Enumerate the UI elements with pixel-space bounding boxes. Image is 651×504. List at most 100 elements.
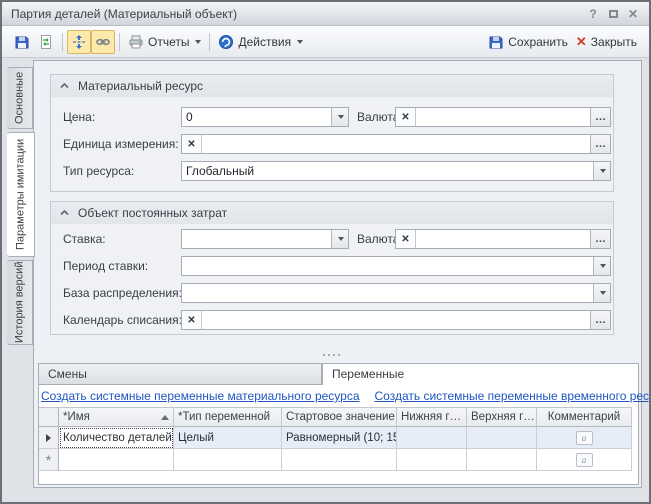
cell-upper-bound[interactable] xyxy=(467,427,537,449)
comment-memo-button[interactable]: a xyxy=(576,453,593,467)
currency-input[interactable] xyxy=(416,108,590,126)
chevron-down-icon xyxy=(338,115,344,119)
resource-type-label: Тип ресурса: xyxy=(63,161,134,181)
currency-input[interactable] xyxy=(416,230,590,248)
clear-x-button[interactable]: ✕ xyxy=(396,230,416,248)
browse-ellipsis-button[interactable]: … xyxy=(590,311,610,329)
link-button[interactable] xyxy=(91,30,115,54)
cell-name[interactable] xyxy=(59,449,174,471)
create-time-vars-link[interactable]: Создать системные переменные временного … xyxy=(375,389,651,405)
unit-input[interactable] xyxy=(202,135,590,153)
rate-period-input[interactable] xyxy=(182,257,593,275)
cell-lower-bound[interactable] xyxy=(397,427,467,449)
distribution-base-label: База распределения: xyxy=(63,283,182,303)
column-header-name[interactable]: *Имя xyxy=(59,407,174,427)
column-header-type[interactable]: *Тип переменной xyxy=(174,407,282,427)
actions-button[interactable]: Действия xyxy=(214,30,307,54)
clear-x-button[interactable]: ✕ xyxy=(182,311,202,329)
browse-ellipsis-button[interactable]: … xyxy=(590,230,610,248)
currency-editor: ✕ … xyxy=(395,107,611,127)
browse-ellipsis-button[interactable]: … xyxy=(590,135,610,153)
save-label: Сохранить xyxy=(508,35,568,49)
currency-editor: ✕ … xyxy=(395,229,611,249)
side-tab-strip: Основные Параметры имитации История верс… xyxy=(3,60,33,490)
maximize-button[interactable] xyxy=(603,5,623,23)
reports-button[interactable]: Отчеты xyxy=(124,30,205,54)
side-tab-istoriya-versij[interactable]: История версий xyxy=(7,260,33,345)
cell-comment[interactable]: a xyxy=(537,427,632,449)
tab-peremennye[interactable]: Переменные xyxy=(322,363,639,385)
chain-link-icon xyxy=(95,34,111,50)
cell-type[interactable] xyxy=(174,449,282,471)
column-label: Нижняя г… xyxy=(401,411,461,423)
resource-type-combo xyxy=(181,161,611,181)
comment-memo-button[interactable]: a xyxy=(576,431,593,445)
writeoff-calendar-input[interactable] xyxy=(202,311,590,329)
save-commit-button[interactable]: Сохранить xyxy=(484,30,572,54)
chevron-down-icon xyxy=(600,264,606,268)
writeoff-calendar-editor: ✕ … xyxy=(181,310,611,330)
cell-start-value[interactable]: Равномерный (10; 15) xyxy=(282,427,397,449)
group-title: Материальный ресурс xyxy=(78,79,203,93)
side-tab-osnovnye[interactable]: Основные xyxy=(7,67,33,129)
price-dropdown-button[interactable] xyxy=(331,108,348,126)
toolbar-separator xyxy=(209,33,210,51)
column-label: Комментарий xyxy=(548,411,620,423)
rate-dropdown-button[interactable] xyxy=(331,230,348,248)
rate-label: Ставка: xyxy=(63,229,106,249)
column-header-start-value[interactable]: Стартовое значение xyxy=(282,407,397,427)
column-header-lower-bound[interactable]: Нижняя г… xyxy=(397,407,467,427)
grid-header-row: *Имя *Тип переменной Стартовое значение … xyxy=(39,407,632,427)
distribution-base-combo xyxy=(181,283,611,303)
row-indicator-cell xyxy=(39,427,59,449)
rate-combo xyxy=(181,229,349,249)
price-combo xyxy=(181,107,349,127)
dropdown-caret-icon xyxy=(297,40,303,44)
distribution-base-dropdown-button[interactable] xyxy=(593,284,610,302)
toolbar-separator xyxy=(62,33,63,51)
column-header-upper-bound[interactable]: Верхняя г… xyxy=(467,407,537,427)
help-button[interactable]: ? xyxy=(583,5,603,23)
cell-comment[interactable]: a xyxy=(537,449,632,471)
collapse-chevron-icon[interactable] xyxy=(60,83,69,89)
price-input[interactable] xyxy=(182,108,331,126)
tab-label: Переменные xyxy=(332,367,404,381)
tab-smeny[interactable]: Смены xyxy=(38,363,322,385)
group-title: Объект постоянных затрат xyxy=(78,206,227,220)
collapse-chevron-icon[interactable] xyxy=(60,210,69,216)
refresh-button[interactable] xyxy=(34,30,58,54)
cell-name[interactable]: Количество деталей xyxy=(59,427,174,449)
save-button[interactable] xyxy=(10,30,34,54)
toolbar-separator xyxy=(119,33,120,51)
column-label: Стартовое значение xyxy=(286,411,395,423)
side-tab-parametry-imitacii[interactable]: Параметры имитации xyxy=(7,132,35,257)
dialog-window: Партия деталей (Материальный объект) ? ✕… xyxy=(0,0,651,504)
browse-ellipsis-button[interactable]: … xyxy=(590,108,610,126)
cell-type[interactable]: Целый xyxy=(174,427,282,449)
clear-x-button[interactable]: ✕ xyxy=(182,135,202,153)
variables-panel: Создать системные переменные материально… xyxy=(38,384,639,485)
actions-label: Действия xyxy=(238,35,291,49)
cell-upper-bound[interactable] xyxy=(467,449,537,471)
split-view-button[interactable] xyxy=(67,30,91,54)
variables-grid: *Имя *Тип переменной Стартовое значение … xyxy=(39,407,632,471)
resource-type-input[interactable] xyxy=(182,162,593,180)
cell-lower-bound[interactable] xyxy=(397,449,467,471)
distribution-base-input[interactable] xyxy=(182,284,593,302)
resource-type-dropdown-button[interactable] xyxy=(593,162,610,180)
row-indicator-cell: * xyxy=(39,449,59,471)
clear-x-button[interactable]: ✕ xyxy=(396,108,416,126)
cell-start-value[interactable] xyxy=(282,449,397,471)
save-icon xyxy=(488,34,504,50)
close-x-icon: ✕ xyxy=(576,34,587,50)
column-header-comment[interactable]: Комментарий xyxy=(537,407,632,427)
rate-period-dropdown-button[interactable] xyxy=(593,257,610,275)
splitter-handle[interactable] xyxy=(320,352,342,358)
close-button[interactable]: ✕ Закрыть xyxy=(572,30,641,54)
create-material-vars-link[interactable]: Создать системные переменные материально… xyxy=(41,389,360,405)
table-row: Количество деталей Целый Равномерный (10… xyxy=(39,427,632,449)
column-label: *Имя xyxy=(63,411,90,423)
new-row-icon: * xyxy=(46,456,51,464)
rate-input[interactable] xyxy=(182,230,331,248)
window-close-button[interactable]: ✕ xyxy=(623,5,643,23)
